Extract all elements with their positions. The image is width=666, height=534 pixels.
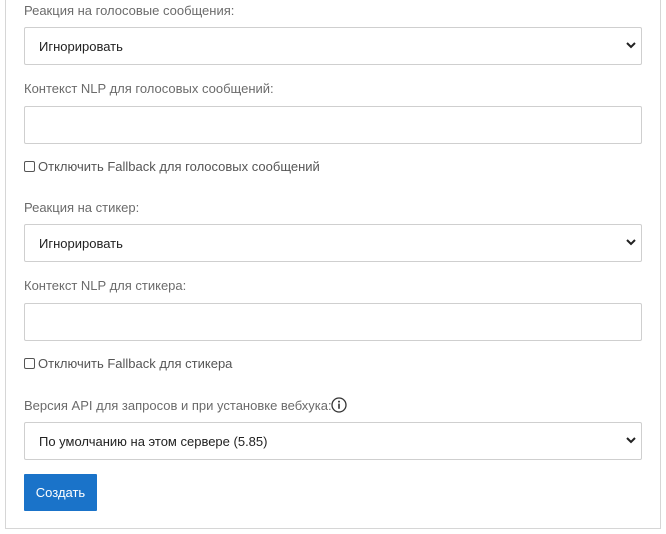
voice-nlp-input[interactable] [24, 106, 642, 144]
create-button[interactable]: Создать [24, 474, 97, 511]
chevron-down-icon [626, 239, 636, 246]
api-version-select[interactable]: По умолчанию на этом сервере (5.85) [24, 422, 642, 460]
sticker-nlp-input[interactable] [24, 303, 642, 341]
sticker-fallback-label: Отключить Fallback для стикера [38, 356, 233, 371]
sticker-reaction-select[interactable]: Игнорировать [24, 224, 642, 262]
voice-nlp-label: Контекст NLP для голосовых сообщений: [24, 81, 274, 96]
api-version-value: По умолчанию на этом сервере (5.85) [39, 434, 268, 449]
chevron-down-icon [626, 42, 636, 49]
voice-fallback-row[interactable]: Отключить Fallback для голосовых сообщен… [24, 159, 320, 174]
sticker-reaction-value: Игнорировать [39, 236, 123, 251]
voice-fallback-label: Отключить Fallback для голосовых сообщен… [38, 159, 320, 174]
voice-reaction-value: Игнорировать [39, 39, 123, 54]
sticker-fallback-checkbox[interactable] [24, 358, 35, 369]
chevron-down-icon [626, 437, 636, 444]
sticker-reaction-label: Реакция на стикер: [24, 200, 140, 215]
voice-fallback-checkbox[interactable] [24, 161, 35, 172]
sticker-nlp-label: Контекст NLP для стикера: [24, 278, 187, 293]
sticker-fallback-row[interactable]: Отключить Fallback для стикера [24, 356, 232, 371]
voice-reaction-select[interactable]: Игнорировать [24, 27, 642, 65]
voice-reaction-label: Реакция на голосовые сообщения: [24, 3, 235, 18]
api-version-label: Версия API для запросов и при установке … [24, 398, 332, 413]
info-icon[interactable] [331, 397, 347, 413]
